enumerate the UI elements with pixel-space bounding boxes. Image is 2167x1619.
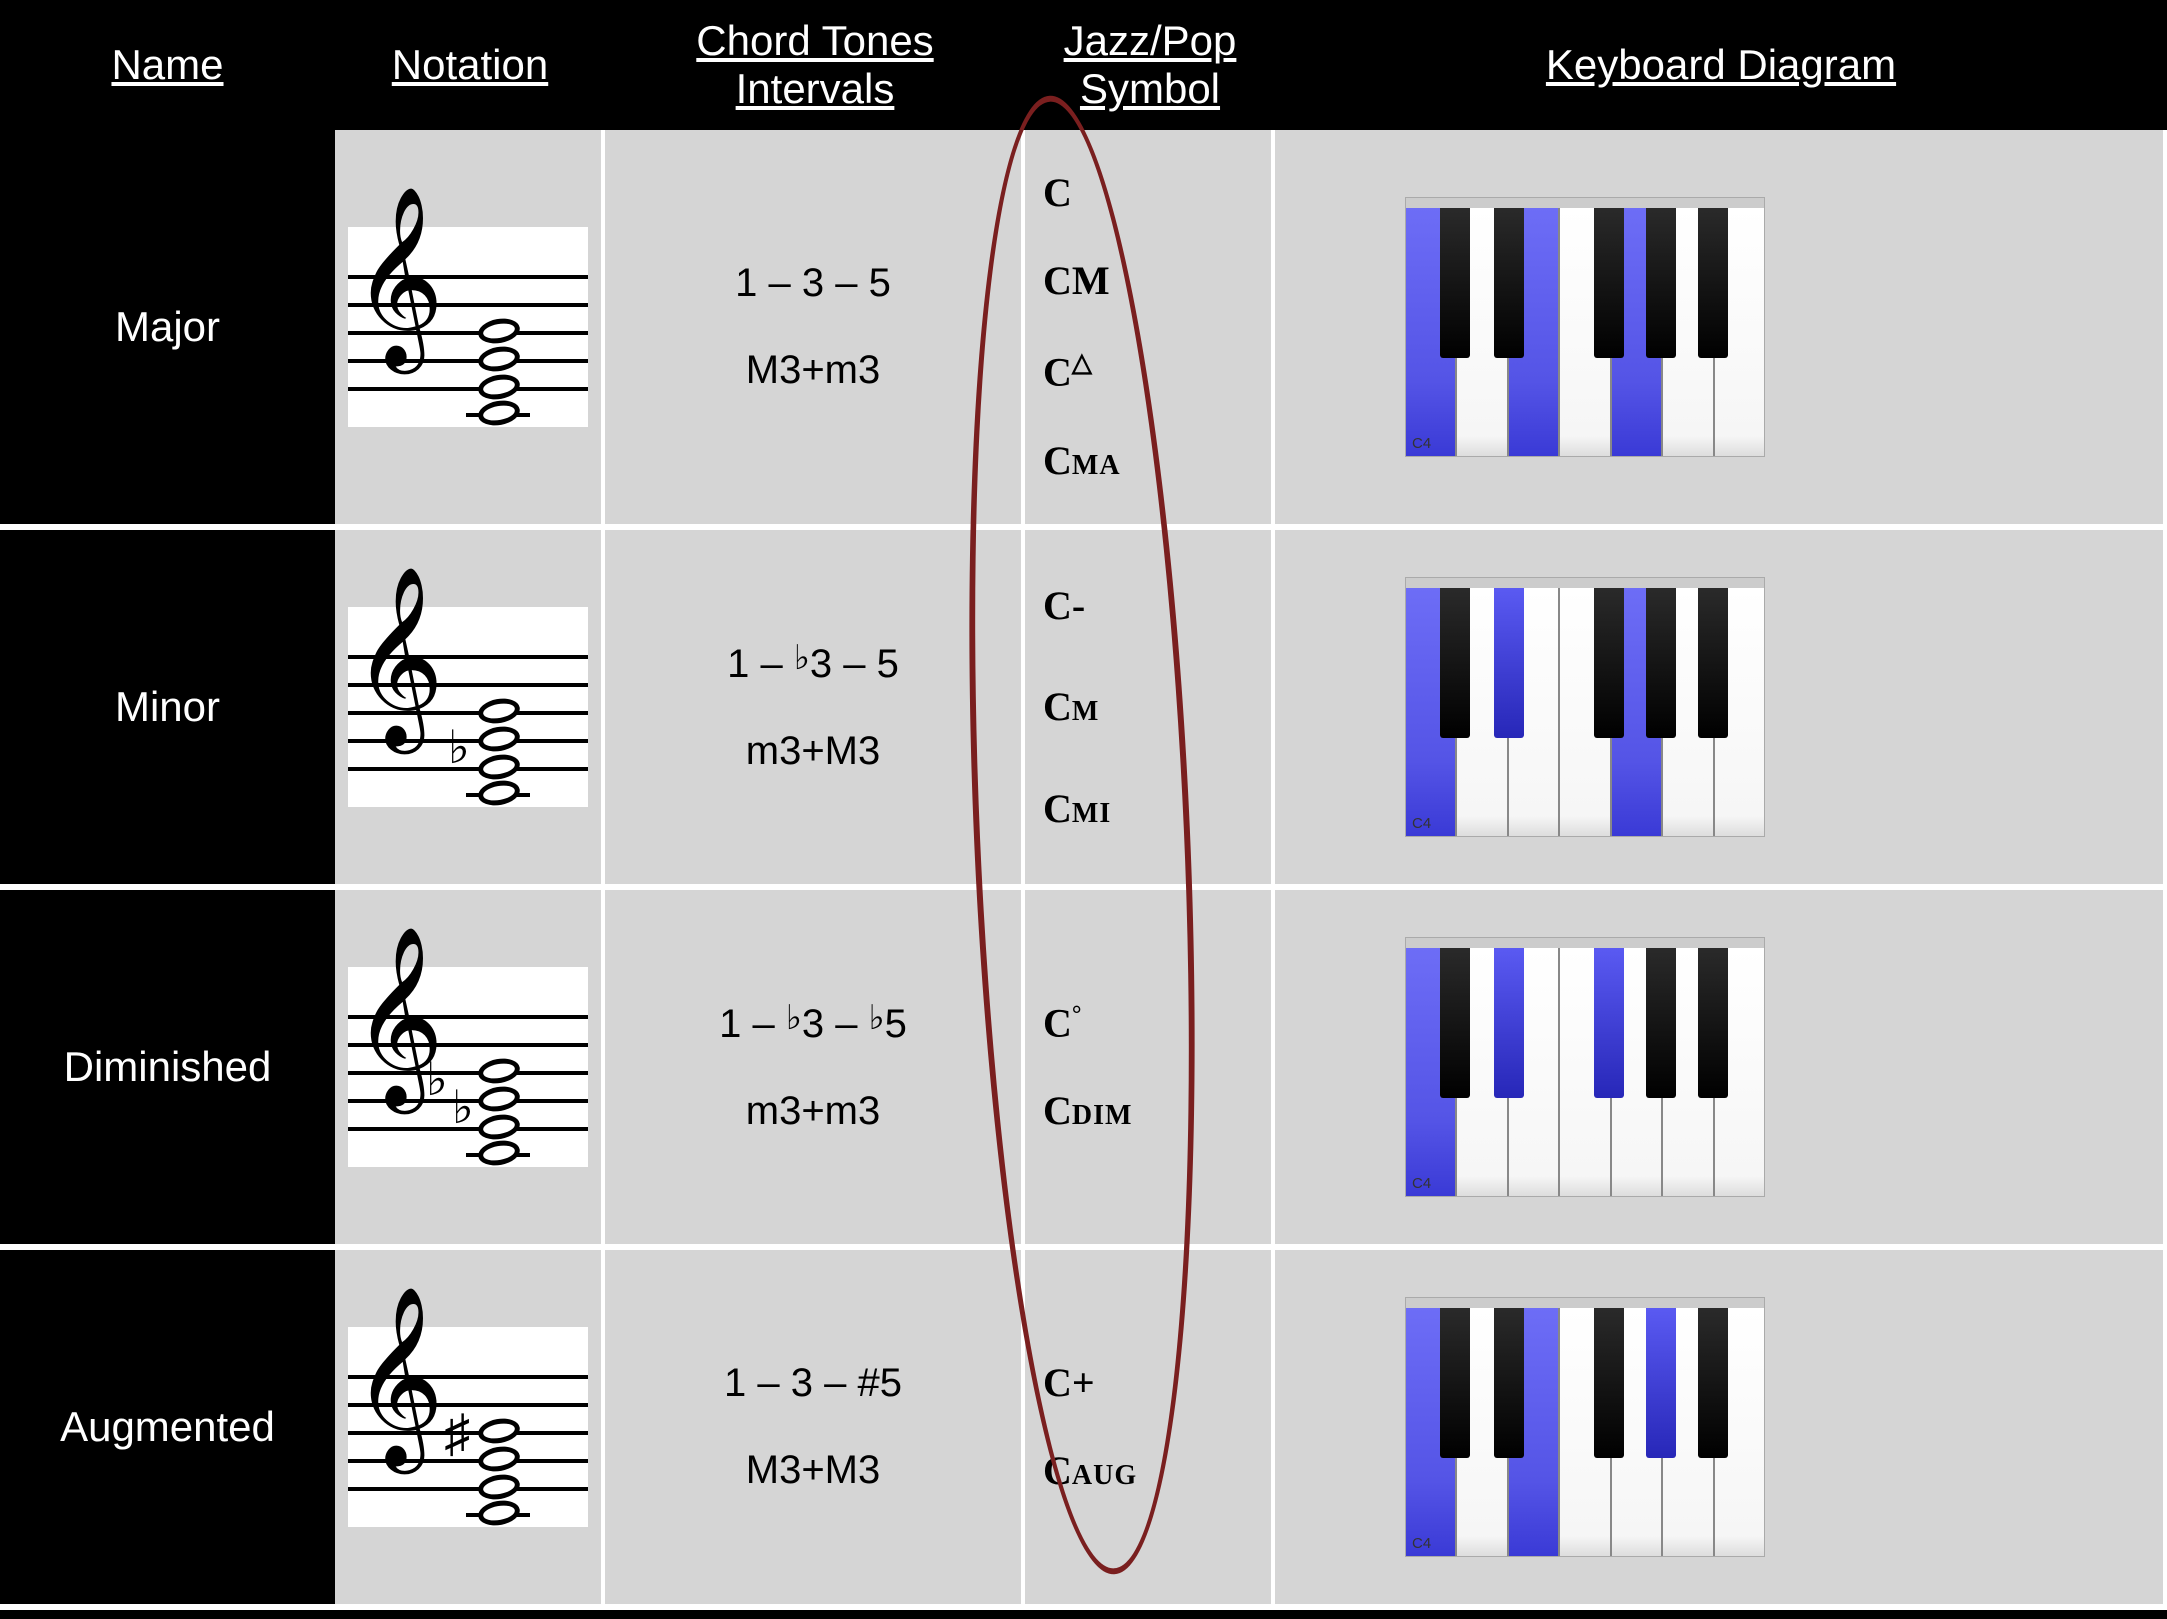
chord-tones: 1 – ♭3 – 5 — [727, 640, 899, 687]
header-jazz-pop: Jazz/Pop Symbol — [1025, 9, 1275, 122]
symbol: CM — [1043, 687, 1099, 727]
name-label: Major — [0, 130, 335, 530]
notation-cell: 𝄞 ♭ — [335, 530, 605, 890]
chord-tones-cell: 1 – 3 – 5 M3+m3 — [605, 130, 1025, 530]
chord-tones-cell: 1 – ♭3 – ♭5 m3+m3 — [605, 890, 1025, 1250]
table-row-diminished: Diminished 𝄞 ♭ ♭ — [0, 890, 2167, 1250]
symbol: C+ — [1043, 1363, 1095, 1403]
flat-icon: ♭ — [426, 1057, 448, 1103]
chord-tones: 1 – 3 – #5 — [724, 1361, 902, 1406]
jazz-pop-cell: C- CM CMI — [1025, 530, 1275, 890]
symbol: CM — [1043, 261, 1110, 301]
chord-tones-cell: 1 – ♭3 – 5 m3+M3 — [605, 530, 1025, 890]
treble-clef-icon: 𝄞 — [352, 199, 444, 355]
keyboard-cell: C4 — [1275, 1250, 2167, 1610]
table-row-major: Major 𝄞 1 – 3 – 5 M3+m3 — [0, 130, 2167, 530]
treble-clef-icon: 𝄞 — [352, 1299, 444, 1455]
symbol: CMI — [1043, 789, 1111, 829]
symbol: C△ — [1043, 350, 1092, 392]
intervals: M3+M3 — [746, 1448, 881, 1493]
name-label: Minor — [0, 530, 335, 890]
header-chord-tones: Chord Tones Intervals — [605, 9, 1025, 122]
keyboard-diagram-minor: C4 — [1405, 577, 1765, 837]
keyboard-diagram-major: C4 — [1405, 197, 1765, 457]
intervals: m3+m3 — [746, 1089, 881, 1134]
flat-icon: ♭ — [452, 1085, 474, 1131]
name-label: Augmented — [0, 1250, 335, 1610]
c4-label: C4 — [1412, 1535, 1431, 1552]
intervals: m3+M3 — [746, 729, 881, 774]
keyboard-diagram-augmented: C4 — [1405, 1297, 1765, 1557]
notation-cell: 𝄞 — [335, 130, 605, 530]
chord-tones: 1 – ♭3 – ♭5 — [719, 1000, 907, 1047]
symbol: C- — [1043, 586, 1085, 626]
keyboard-cell: C4 — [1275, 890, 2167, 1250]
flat-icon: ♭ — [448, 725, 470, 771]
keyboard-diagram-diminished: C4 — [1405, 937, 1765, 1197]
sharp-icon: ♯ — [444, 1409, 470, 1461]
chord-tones-cell: 1 – 3 – #5 M3+M3 — [605, 1250, 1025, 1610]
c4-label: C4 — [1412, 1175, 1431, 1192]
keyboard-cell: C4 — [1275, 130, 2167, 530]
table-header: Name Notation Chord Tones Intervals Jazz… — [0, 0, 2167, 130]
jazz-pop-cell: C° CDIM — [1025, 890, 1275, 1250]
symbol: CAUG — [1043, 1451, 1137, 1491]
symbol: CMA — [1043, 441, 1121, 481]
c4-label: C4 — [1412, 435, 1431, 452]
name-label: Diminished — [0, 890, 335, 1250]
notation-cell: 𝄞 ♭ ♭ — [335, 890, 605, 1250]
intervals: M3+m3 — [746, 348, 881, 393]
keyboard-cell: C4 — [1275, 530, 2167, 890]
symbol: CDIM — [1043, 1091, 1132, 1131]
table-row-augmented: Augmented 𝄞 ♯ 1 – 3 – #5 M — [0, 1250, 2167, 1610]
c4-label: C4 — [1412, 815, 1431, 832]
jazz-pop-cell: C+ CAUG — [1025, 1250, 1275, 1610]
header-name: Name — [0, 33, 335, 97]
chord-tones: 1 – 3 – 5 — [735, 261, 891, 306]
staff-minor: 𝄞 ♭ — [348, 607, 588, 807]
header-keyboard: Keyboard Diagram — [1275, 33, 2167, 97]
treble-clef-icon: 𝄞 — [352, 579, 444, 735]
jazz-pop-cell: C CM C△ CMA — [1025, 130, 1275, 530]
table-row-minor: Minor 𝄞 ♭ 1 – ♭3 – 5 — [0, 530, 2167, 890]
header-notation: Notation — [335, 33, 605, 97]
table-body: Major 𝄞 1 – 3 – 5 M3+m3 — [0, 130, 2167, 1610]
symbol: C° — [1043, 1003, 1082, 1043]
staff-major: 𝄞 — [348, 227, 588, 427]
symbol: C — [1043, 173, 1072, 213]
staff-diminished: 𝄞 ♭ ♭ — [348, 967, 588, 1167]
notation-cell: 𝄞 ♯ — [335, 1250, 605, 1610]
staff-augmented: 𝄞 ♯ — [348, 1327, 588, 1527]
